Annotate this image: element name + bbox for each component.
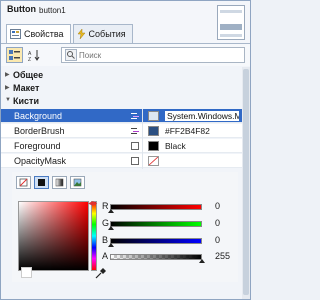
- preview-bar: [220, 34, 242, 37]
- image-brush-icon: [73, 178, 82, 187]
- panel-tabs: Свойства События: [6, 24, 133, 43]
- eyedropper-icon[interactable]: [95, 267, 107, 279]
- categorized-icon: [9, 49, 20, 60]
- slider-thumb[interactable]: [108, 243, 114, 247]
- saturation-value-picker[interactable]: [18, 201, 89, 271]
- channel-label: A: [102, 251, 109, 261]
- brush-editor: ◀▶ R 0 G 0 B 0 A 255: [12, 172, 238, 282]
- property-marker-icon[interactable]: [131, 157, 139, 165]
- gradient-brush-icon: [55, 178, 64, 187]
- no-brush-swatch-icon: [148, 156, 159, 166]
- blue-slider[interactable]: [110, 238, 202, 244]
- sort-alpha-icon: A Z: [28, 49, 39, 61]
- vertical-scrollbar[interactable]: [242, 67, 250, 299]
- property-row-borderbrush[interactable]: BorderBrush #FF2B4F82: [1, 124, 250, 138]
- scrollbar-thumb[interactable]: [243, 69, 249, 295]
- channel-red: R 0: [102, 201, 238, 213]
- advanced-property-marker-icon[interactable]: [131, 127, 139, 135]
- channel-value[interactable]: 0: [215, 218, 220, 228]
- channel-value[interactable]: 0: [215, 235, 220, 245]
- categorized-view-button[interactable]: [6, 47, 23, 63]
- advanced-property-marker-icon[interactable]: [131, 112, 139, 120]
- tab-properties-label: Свойства: [24, 29, 64, 39]
- slider-thumb[interactable]: [108, 226, 114, 230]
- category-brushes[interactable]: ▼ Кисти: [1, 96, 250, 108]
- color-swatch: [148, 126, 159, 136]
- category-general[interactable]: ▶ Общее: [1, 70, 250, 82]
- property-value[interactable]: #FF2B4F82: [165, 126, 239, 136]
- svg-text:Z: Z: [28, 57, 31, 61]
- property-value[interactable]: System.Windows.M: [165, 111, 239, 121]
- tab-properties[interactable]: Свойства: [6, 24, 71, 43]
- property-row-background[interactable]: Background System.Windows.M: [1, 109, 250, 123]
- column-divider: [142, 109, 143, 169]
- channel-value[interactable]: 255: [215, 251, 230, 261]
- category-label: Макет: [13, 83, 40, 93]
- alpha-slider[interactable]: [110, 254, 202, 260]
- color-swatch: [148, 141, 159, 151]
- gradient-brush-button[interactable]: [52, 176, 67, 189]
- property-value[interactable]: Black: [165, 141, 239, 151]
- hue-slider[interactable]: [91, 201, 97, 271]
- channel-value[interactable]: 0: [215, 201, 220, 211]
- property-name: BorderBrush: [14, 126, 65, 136]
- no-brush-icon: [19, 178, 28, 187]
- category-label: Общее: [13, 70, 44, 80]
- no-brush-button[interactable]: [16, 176, 31, 189]
- color-preview: [21, 267, 32, 278]
- tile-brush-button[interactable]: [70, 176, 85, 189]
- channel-alpha: A 255: [102, 251, 238, 263]
- properties-icon: [10, 29, 21, 39]
- property-search[interactable]: [61, 47, 245, 63]
- panel-header: Button button1 Свойства События: [1, 1, 250, 44]
- property-marker-icon[interactable]: [131, 142, 139, 150]
- solid-brush-button[interactable]: [34, 176, 49, 189]
- green-slider[interactable]: [110, 221, 202, 227]
- properties-toolbar: A Z: [1, 44, 250, 66]
- color-swatch: [148, 111, 159, 121]
- search-input[interactable]: [79, 49, 239, 61]
- object-type-label: Button: [7, 4, 36, 14]
- properties-panel: Button button1 Свойства События A Z Поис…: [0, 0, 251, 300]
- alphabetical-view-button[interactable]: A Z: [25, 47, 42, 63]
- search-icon: [65, 49, 77, 61]
- property-row-opacitymask[interactable]: OpacityMask: [1, 154, 250, 168]
- expand-arrow-icon[interactable]: ▶: [5, 84, 10, 91]
- preview-bar: [220, 10, 242, 13]
- red-slider[interactable]: [110, 204, 202, 210]
- lightning-icon: [77, 29, 86, 39]
- collapse-arrow-icon[interactable]: ▼: [5, 97, 11, 103]
- property-name: Foreground: [14, 141, 61, 151]
- slider-thumb[interactable]: [108, 209, 114, 213]
- object-name-field[interactable]: button1: [39, 6, 189, 17]
- tab-events-label: События: [88, 29, 126, 39]
- channel-blue: B 0: [102, 235, 238, 247]
- slider-thumb[interactable]: [199, 259, 205, 263]
- category-layout[interactable]: ▶ Макет: [1, 83, 250, 95]
- property-name: OpacityMask: [14, 156, 67, 166]
- property-row-foreground[interactable]: Foreground Black: [1, 139, 250, 153]
- channel-green: G 0: [102, 218, 238, 230]
- brush-type-selector: [16, 176, 85, 189]
- tab-events[interactable]: События: [72, 24, 133, 43]
- preview-bar: [220, 24, 242, 30]
- object-preview-thumbnail: [217, 5, 245, 40]
- hue-marker-icon[interactable]: ◀▶: [88, 200, 97, 207]
- category-label: Кисти: [13, 96, 39, 106]
- expand-arrow-icon[interactable]: ▶: [5, 71, 10, 78]
- solid-brush-icon: [38, 179, 45, 186]
- property-name: Background: [14, 111, 63, 121]
